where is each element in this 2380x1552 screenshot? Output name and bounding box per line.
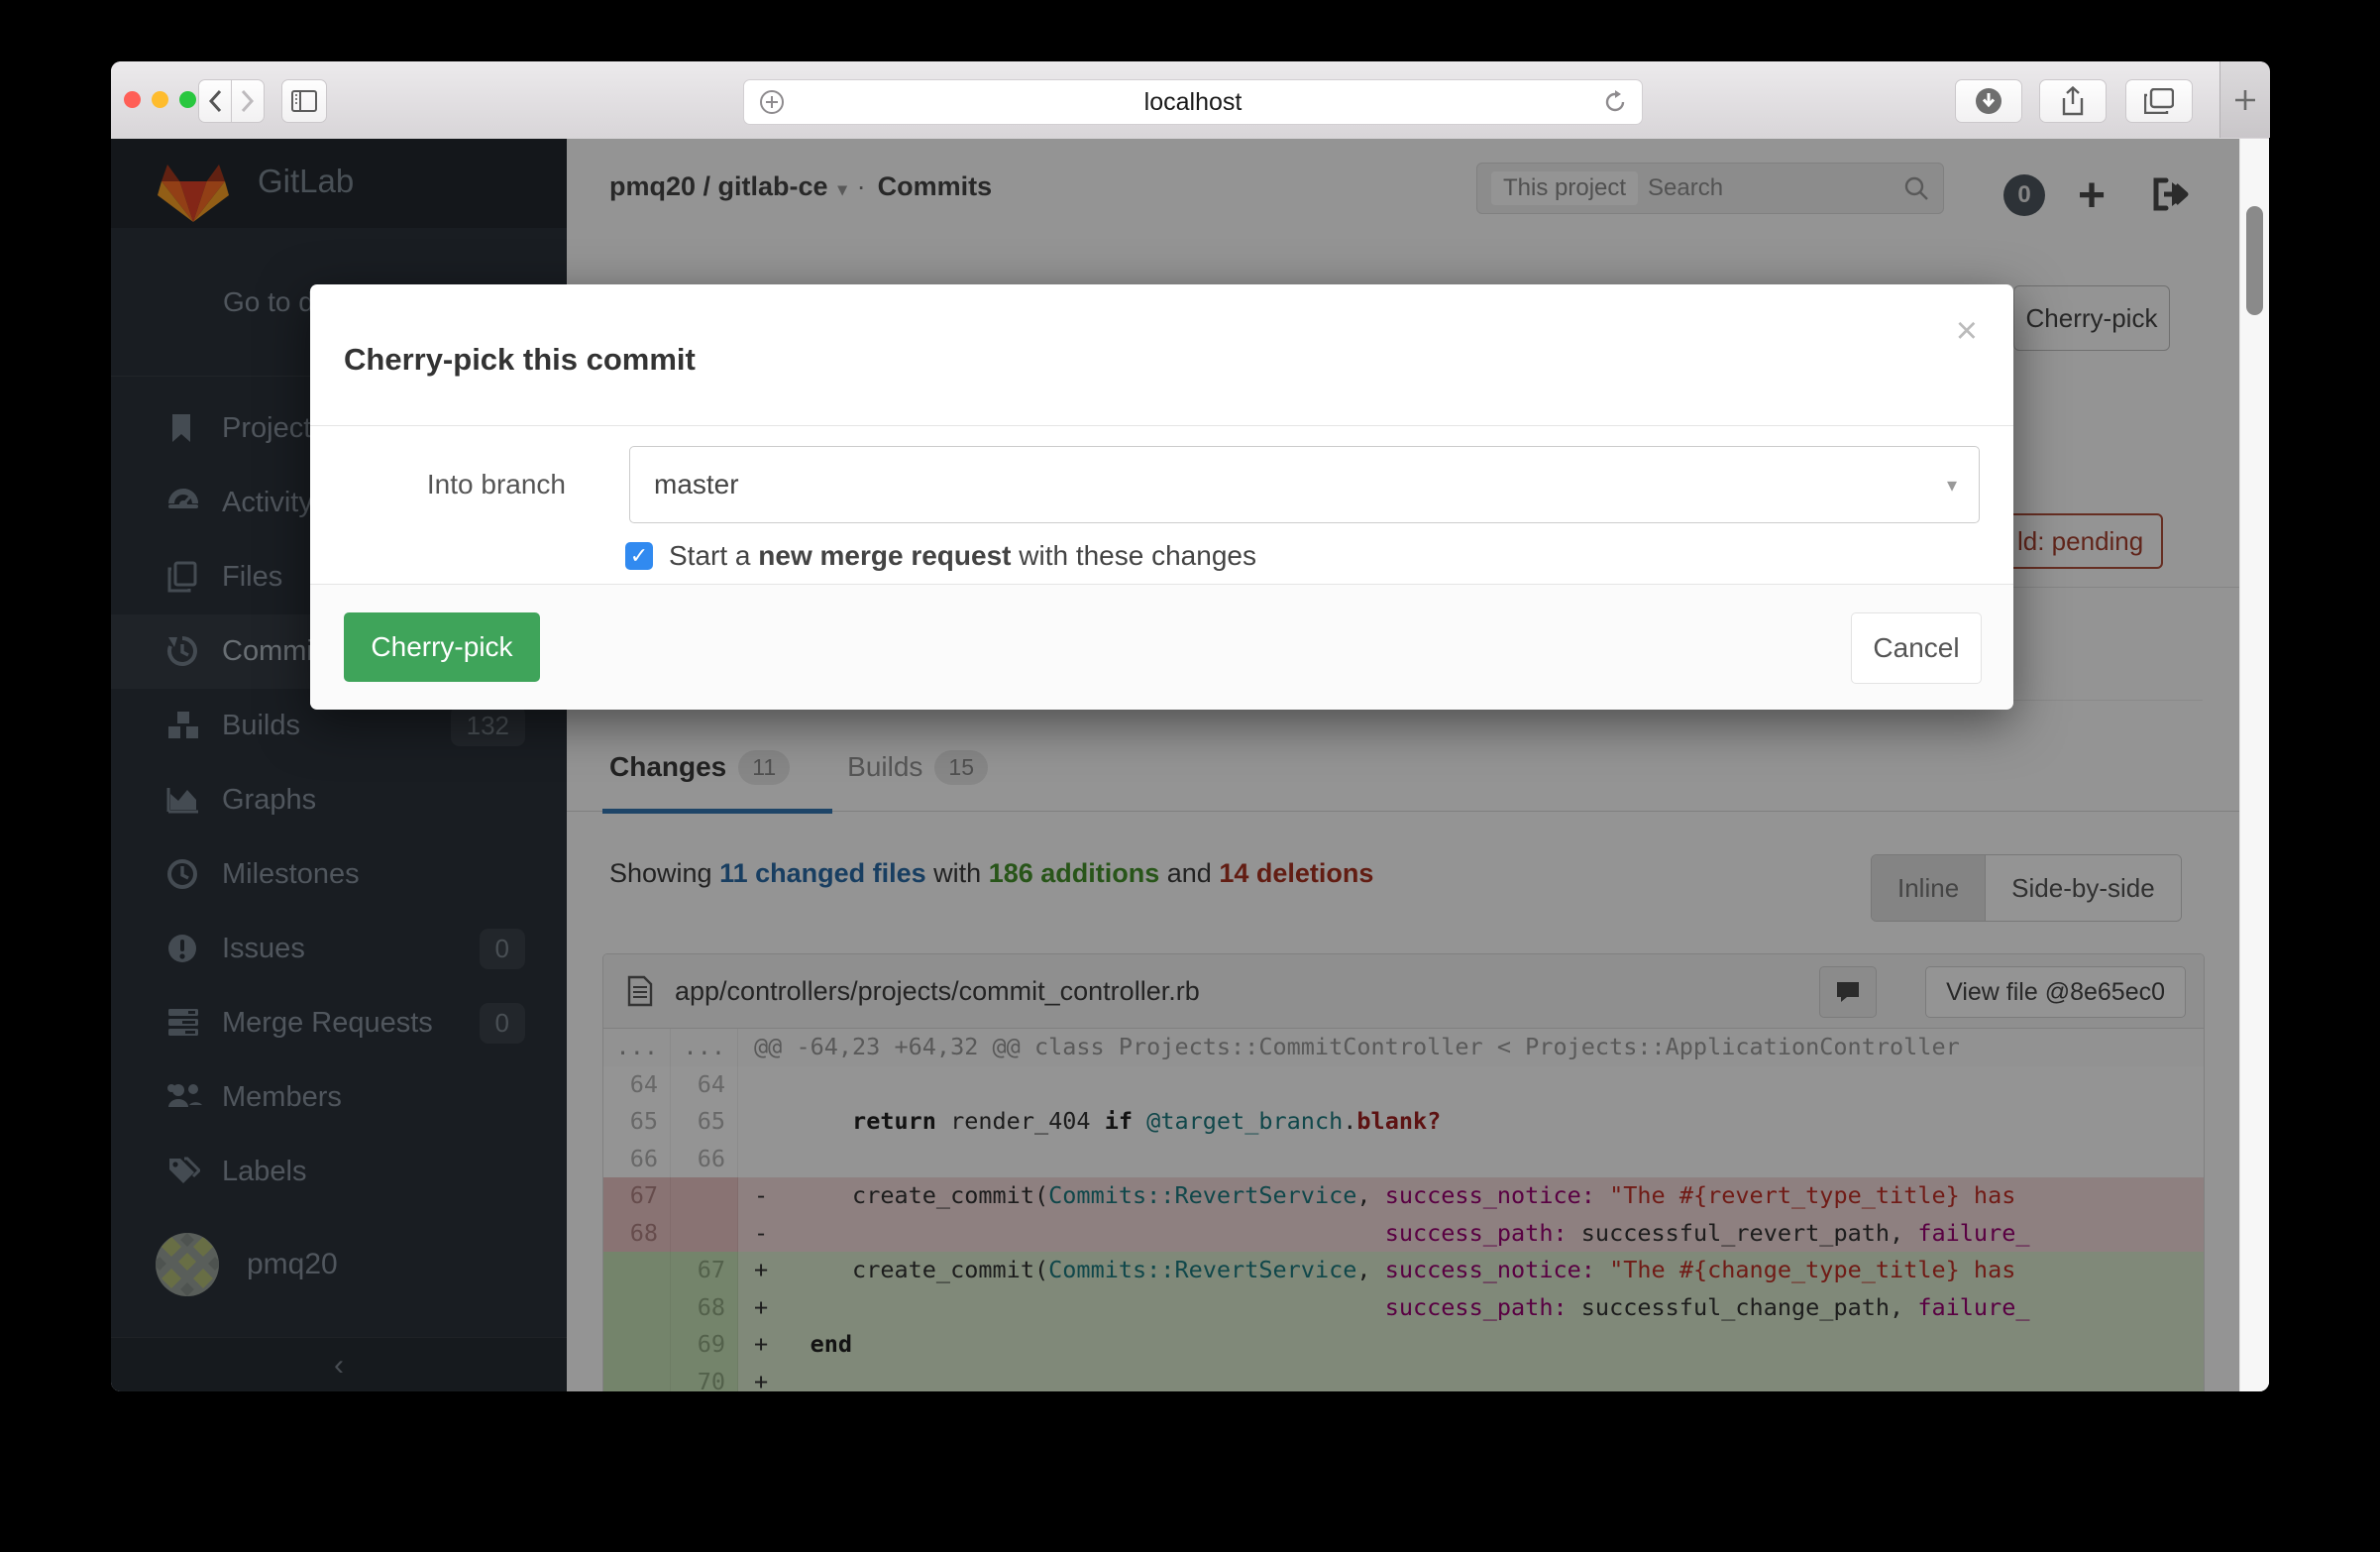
sidebar-toggle-icon	[291, 90, 317, 112]
merge-request-checkbox-row: ✓ Start a new merge request with these c…	[625, 540, 1256, 572]
window-minimize-button[interactable]	[152, 91, 168, 108]
page-viewport: GitLab Go to dashboard ProjectActivityFi…	[111, 139, 2269, 1391]
modal-close-button[interactable]: ×	[1956, 312, 1978, 350]
new-tab-button[interactable]	[2219, 61, 2270, 138]
url-field[interactable]: localhost	[743, 79, 1643, 125]
into-branch-label: Into branch	[310, 469, 566, 500]
downloads-button[interactable]	[1955, 79, 2022, 123]
window-zoom-button[interactable]	[179, 91, 196, 108]
selected-branch: master	[654, 469, 739, 500]
merge-request-checkbox[interactable]: ✓	[625, 542, 653, 570]
merge-request-checkbox-label[interactable]: Start a new merge request with these cha…	[669, 540, 1256, 572]
cherry-pick-modal: × Cherry-pick this commit Into branch ma…	[310, 284, 2013, 709]
close-icon: ×	[1956, 310, 1978, 352]
branch-select[interactable]: master ▾	[629, 446, 1980, 523]
forward-chevron-icon	[241, 89, 255, 113]
scrollbar-thumb[interactable]	[2246, 206, 2263, 315]
cherry-pick-submit-button[interactable]: Cherry-pick	[344, 612, 540, 682]
modal-title: Cherry-pick this commit	[344, 342, 696, 378]
modal-header-divider	[310, 425, 2013, 426]
cancel-button[interactable]: Cancel	[1851, 612, 1982, 684]
forward-button[interactable]	[231, 79, 265, 123]
tabs-overview-icon	[2144, 88, 2174, 114]
select-caret-icon: ▾	[1947, 473, 1957, 498]
browser-toolbar: localhost	[111, 61, 2269, 140]
check-icon: ✓	[630, 543, 648, 569]
tabs-overview-button[interactable]	[2125, 79, 2193, 123]
modal-footer: Cherry-pick Cancel	[310, 584, 2013, 710]
download-icon	[1974, 86, 2003, 116]
share-button[interactable]	[2039, 79, 2107, 123]
reload-icon[interactable]	[1602, 80, 1628, 124]
reader-plus-icon[interactable]	[758, 80, 786, 124]
share-icon	[2060, 86, 2086, 116]
plus-icon	[2233, 88, 2257, 112]
window-close-button[interactable]	[124, 91, 141, 108]
sidebar-toggle-button[interactable]	[281, 79, 327, 123]
scrollbar-track[interactable]	[2239, 139, 2269, 1391]
checkbox-label-suffix: with these changes	[1011, 540, 1256, 571]
back-button[interactable]	[198, 79, 232, 123]
checkbox-label-prefix: Start a	[669, 540, 758, 571]
url-text: localhost	[1144, 88, 1243, 117]
checkbox-label-bold: new merge request	[758, 540, 1011, 571]
safari-window: localhost	[111, 61, 2269, 1391]
back-chevron-icon	[208, 89, 222, 113]
